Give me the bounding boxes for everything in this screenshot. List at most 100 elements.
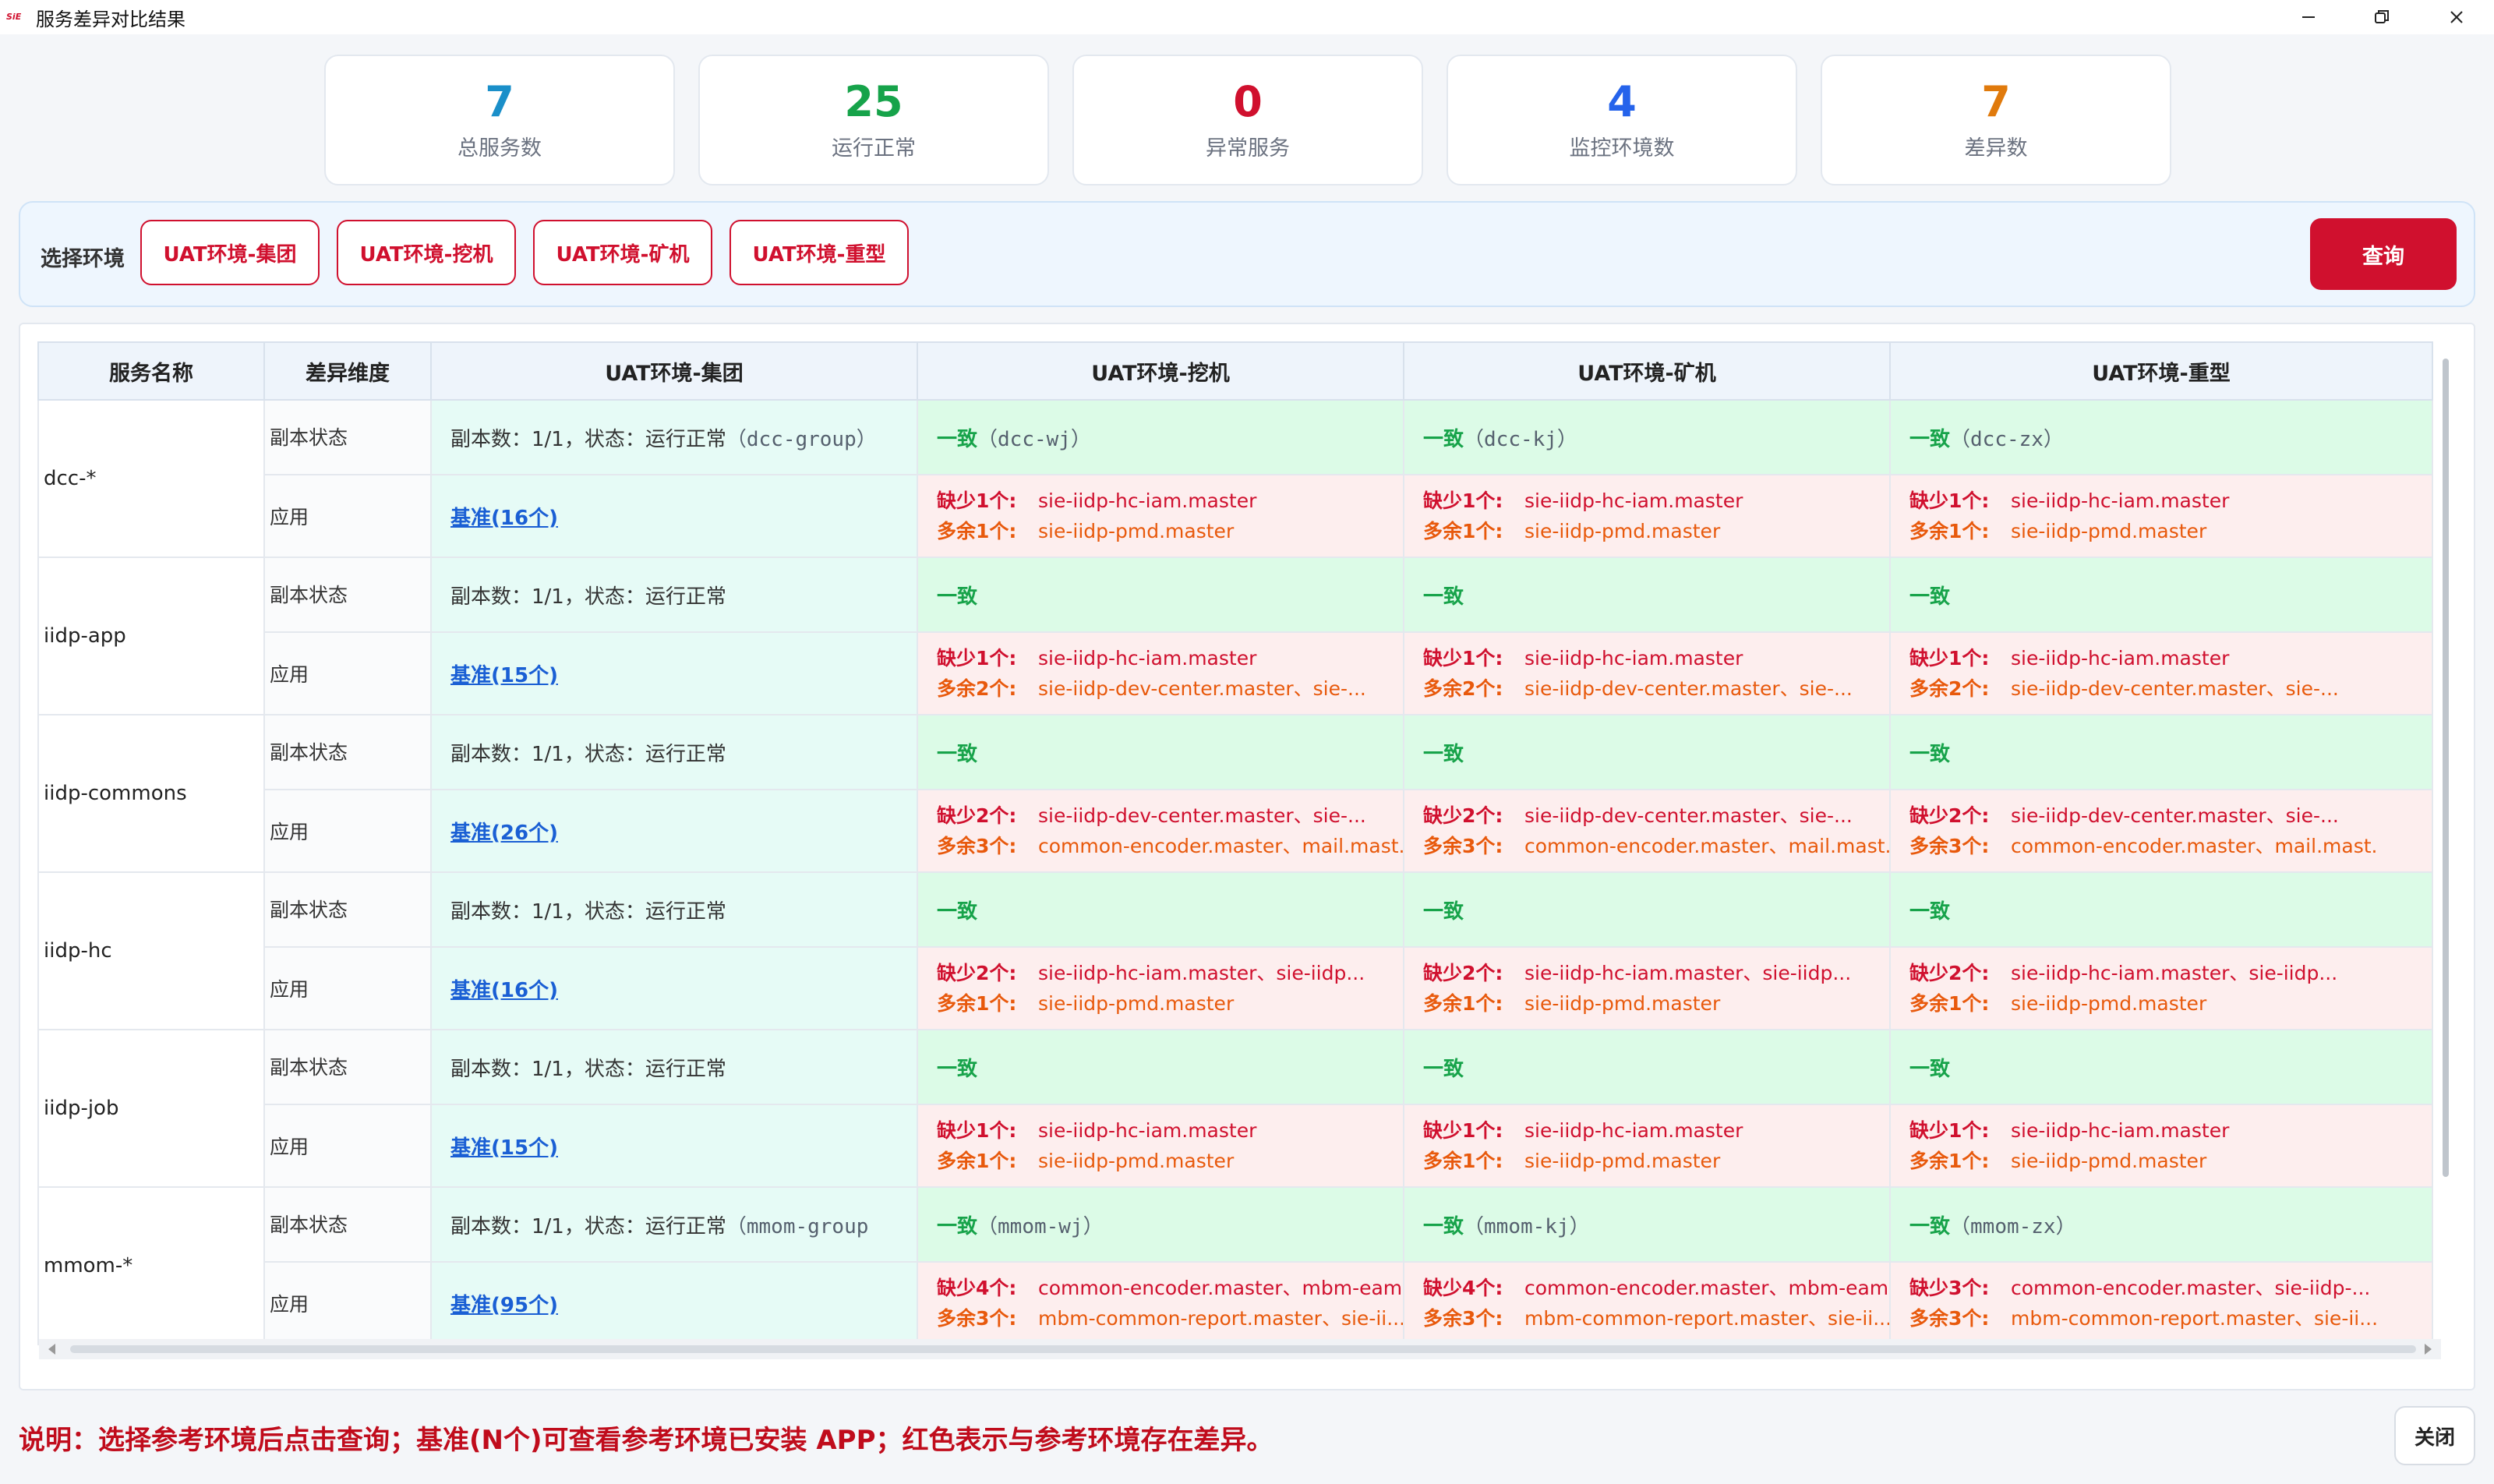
match-label: 一致	[937, 427, 978, 451]
match-label: 一致	[937, 1057, 978, 1081]
extra-label: 多余1个:	[1423, 992, 1503, 1015]
extra-label: 多余1个:	[937, 520, 1017, 542]
header-diff-dimension[interactable]: 差异维度	[263, 341, 432, 401]
stat-card: 7 差异数	[1821, 55, 2171, 186]
baseline-cell: 基准(15个)	[430, 631, 918, 716]
vertical-scrollbar[interactable]	[2443, 359, 2449, 1177]
missing-apps: sie-iidp-hc-iam.master	[2011, 647, 2230, 670]
extra-label: 多余2个:	[1423, 677, 1503, 700]
restore-icon	[2375, 10, 2389, 23]
table-row: dcc-* 副本状态 副本数：1/1，状态：运行正常（dcc-group） 一致（dc…	[37, 399, 2433, 558]
missing-line: 缺少2个: sie-iidp-dev-center.master、sie-...	[937, 800, 1403, 831]
missing-label: 缺少2个:	[937, 804, 1017, 827]
scroll-left-icon[interactable]	[48, 1344, 55, 1355]
dimension-cell: 副本状态	[263, 556, 432, 633]
match-cell: 一致	[1403, 1029, 1891, 1105]
extra-label: 多余1个:	[1423, 1150, 1503, 1172]
service-name-cell: dcc-*	[37, 399, 265, 558]
match-cell: 一致（mmom-kj）	[1403, 1186, 1891, 1263]
match-label: 一致	[1909, 1057, 1951, 1081]
baseline-link[interactable]: 基准(15个)	[450, 664, 558, 687]
diff-cell: 缺少2个: sie-iidp-hc-iam.master、sie-iidp... 多…	[917, 946, 1404, 1030]
header-env-mining[interactable]: UAT环境-矿机	[1403, 341, 1891, 401]
match-suffix: （mmom-wj）	[977, 1214, 1104, 1238]
extra-label: 多余1个:	[1909, 520, 1990, 542]
header-env-heavy[interactable]: UAT环境-重型	[1889, 341, 2433, 401]
stat-card: 0 异常服务	[1072, 55, 1423, 186]
dimension-cell: 应用	[263, 1261, 432, 1345]
match-label: 一致	[1423, 899, 1464, 924]
minimize-button[interactable]	[2273, 0, 2344, 34]
missing-line: 缺少1个: sie-iidp-hc-iam.master	[1423, 1115, 1889, 1146]
extra-apps: sie-iidp-pmd.master	[1524, 992, 1721, 1015]
match-label: 一致	[1423, 742, 1464, 766]
scroll-right-icon[interactable]	[2425, 1344, 2432, 1355]
env-option-heavy[interactable]: UAT环境-重型	[729, 220, 909, 285]
missing-label: 缺少1个:	[937, 647, 1017, 670]
env-option-group[interactable]: UAT环境-集团	[140, 220, 320, 285]
extra-apps: sie-iidp-pmd.master	[1524, 1150, 1721, 1172]
stat-label: 异常服务	[1206, 136, 1290, 161]
baseline-link[interactable]: 基准(16个)	[450, 507, 558, 530]
stat-value: 4	[1607, 77, 1637, 126]
missing-apps: common-encoder.master、mbm-eam-t	[1524, 1277, 1889, 1299]
extra-apps: sie-iidp-pmd.master	[2011, 1150, 2207, 1172]
extra-apps: sie-iidp-dev-center.master、sie-...	[1038, 677, 1366, 700]
match-label: 一致	[937, 1214, 978, 1238]
replica-status-cell: 副本数：1/1，状态：运行正常（dcc-group）	[430, 399, 918, 475]
baseline-cell: 基准(95个)	[430, 1261, 918, 1345]
table-row: iidp-job 副本状态 副本数：1/1，状态：运行正常 一致 一致 一致	[37, 1029, 2433, 1188]
service-name-cell: mmom-*	[37, 1186, 265, 1345]
result-panel: 服务名称 差异维度 UAT环境-集团 UAT环境-挖机 UAT环境-矿机 UAT…	[19, 323, 2475, 1390]
missing-label: 缺少1个:	[937, 1119, 1017, 1142]
stat-label: 总服务数	[457, 136, 542, 161]
missing-label: 缺少1个:	[1423, 1119, 1503, 1142]
missing-label: 缺少2个:	[937, 962, 1017, 984]
table-row: iidp-hc 副本状态 副本数：1/1，状态：运行正常 一致 一致 一致	[37, 871, 2433, 1030]
match-suffix: （mmom-zx）	[1950, 1214, 2076, 1238]
diff-cell: 缺少2个: sie-iidp-dev-center.master、sie-... 多…	[1889, 789, 2433, 873]
header-env-group[interactable]: UAT环境-集团	[430, 341, 918, 401]
baseline-link[interactable]: 基准(16个)	[450, 979, 558, 1002]
match-cell: 一致	[1889, 714, 2433, 790]
service-name-cell: iidp-job	[37, 1029, 265, 1188]
stat-value: 0	[1233, 77, 1263, 126]
baseline-link[interactable]: 基准(26个)	[450, 822, 558, 845]
stat-label: 监控环境数	[1569, 136, 1675, 161]
scrollbar-thumb[interactable]	[70, 1345, 2416, 1353]
extra-line: 多余1个: sie-iidp-pmd.master	[1423, 988, 1889, 1019]
match-label: 一致	[1423, 1214, 1464, 1238]
baseline-cell: 基准(15个)	[430, 1104, 918, 1188]
close-button[interactable]: 关闭	[2394, 1406, 2475, 1465]
environment-selector: 选择环境 UAT环境-集团 UAT环境-挖机 UAT环境-矿机 UAT环境-重型…	[19, 201, 2475, 307]
extra-label: 多余3个:	[937, 1307, 1017, 1330]
service-name-cell: iidp-hc	[37, 871, 265, 1030]
baseline-link[interactable]: 基准(15个)	[450, 1136, 558, 1160]
diff-cell: 缺少2个: sie-iidp-dev-center.master、sie-... 多…	[917, 789, 1404, 873]
replica-status-text: 副本数：1/1，状态：运行正常	[450, 427, 726, 451]
env-option-excavator[interactable]: UAT环境-挖机	[337, 220, 516, 285]
dimension-cell: 副本状态	[263, 399, 432, 475]
restore-button[interactable]	[2346, 0, 2418, 34]
diff-cell: 缺少2个: sie-iidp-hc-iam.master、sie-iidp... 多…	[1889, 946, 2433, 1030]
missing-apps: common-encoder.master、sie-iidp-...	[2011, 1277, 2371, 1299]
dimension-cell: 副本状态	[263, 871, 432, 948]
extra-label: 多余3个:	[1423, 835, 1503, 857]
horizontal-scrollbar[interactable]	[39, 1339, 2441, 1359]
diff-cell: 缺少1个: sie-iidp-hc-iam.master 多余2个: sie-iidp…	[1889, 631, 2433, 716]
close-window-button[interactable]	[2421, 0, 2492, 34]
dimension-cell: 应用	[263, 946, 432, 1030]
extra-label: 多余3个:	[1423, 1307, 1503, 1330]
env-option-mining[interactable]: UAT环境-矿机	[533, 220, 712, 285]
replica-status-cell: 副本数：1/1，状态：运行正常	[430, 714, 918, 790]
missing-label: 缺少1个:	[1423, 647, 1503, 670]
header-service-name[interactable]: 服务名称	[37, 341, 265, 401]
match-cell: 一致（dcc-kj）	[1403, 399, 1891, 475]
query-button[interactable]: 查询	[2310, 218, 2457, 290]
missing-line: 缺少4个: common-encoder.master、mbm-eam-t	[937, 1273, 1403, 1303]
baseline-link[interactable]: 基准(95个)	[450, 1294, 558, 1317]
result-table-scroll[interactable]: 服务名称 差异维度 UAT环境-集团 UAT环境-挖机 UAT环境-矿机 UAT…	[37, 341, 2460, 1355]
replica-status-suffix: （mmom-group	[726, 1214, 869, 1238]
stat-card: 25 运行正常	[698, 55, 1049, 186]
header-env-excavator[interactable]: UAT环境-挖机	[917, 341, 1404, 401]
